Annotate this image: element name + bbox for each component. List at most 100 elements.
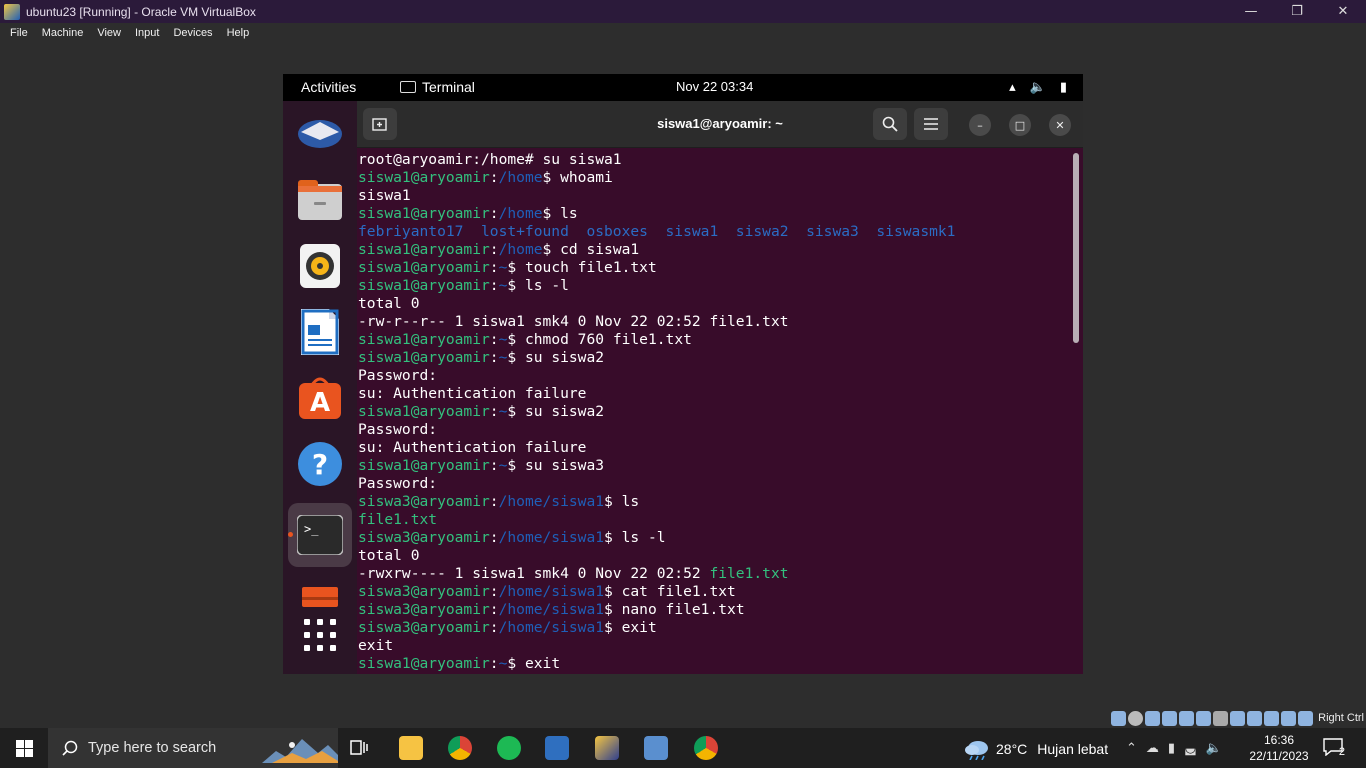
terminal-line: total 0 [358,547,955,565]
terminal-line: febriyanto17 lost+found osboxes siswa1 s… [358,223,955,241]
terminal-text-segment: : [489,403,499,420]
terminal-line: siswa3@aryoamir:/home/siswa1$ exit [358,619,955,637]
terminal-text-segment: file1.txt [358,511,438,528]
terminal-text-segment: : [489,457,499,474]
menu-input[interactable]: Input [128,27,166,39]
usb-icon[interactable] [1179,710,1195,726]
battery-status-icon[interactable]: ▮ [1168,740,1175,756]
terminal-output[interactable]: root@aryoamir:/home# su siswa1 siswa1@ary… [357,148,1083,674]
vbox-titlebar: ubuntu23 [Running] - Oracle VM VirtualBo… [0,0,1366,23]
terminal-text-segment: $ ls -l [507,277,569,294]
app-menu[interactable]: Terminal [400,79,475,95]
virtualbox-taskbar-icon[interactable] [545,736,569,760]
svg-text:?: ? [312,448,328,481]
terminal-text-segment: siswa1@aryoamir [358,457,490,474]
vbox-status-bar: Right Ctrl [1111,708,1366,728]
volume-icon: 🔈 [1029,79,1046,94]
video-capture-icon[interactable] [1230,710,1246,726]
terminal-text-segment: $ exit [604,619,657,636]
start-button[interactable] [0,728,48,768]
system-tray[interactable]: ▴ 🔈 ▮ [1009,79,1067,95]
chevron-up-icon[interactable]: ⌃ [1126,740,1137,756]
menu-machine[interactable]: Machine [35,27,91,39]
terminal-text-segment: total 0 [358,295,420,312]
menu-view[interactable]: View [90,27,128,39]
guest-additions-icon[interactable] [1247,710,1263,726]
terminal-text-segment: $ ls [604,493,640,510]
thunderbird-icon[interactable] [297,111,343,157]
terminal-text-segment: : [489,493,499,510]
help-icon[interactable]: ? [297,441,343,487]
clock-date[interactable]: 16:36 22/11/2023 [1244,732,1314,764]
close-button[interactable]: ✕ [1320,0,1366,23]
terminal-text-segment: siswa1@aryoamir [358,331,490,348]
cpu-icon[interactable] [1264,710,1280,726]
virtualbox-logo-icon [4,3,20,20]
terminal-text-segment: Password: [358,475,438,492]
scrollbar[interactable] [1073,153,1079,343]
terminal-text-segment: exit [358,637,394,654]
terminal-line: siswa1@aryoamir:~$ exit [358,655,955,673]
task-view-icon[interactable] [348,736,372,760]
clock[interactable]: Nov 22 03:34 [676,79,753,94]
hard-disk-icon[interactable] [1111,710,1127,726]
svg-text:>_: >_ [304,522,319,536]
audio-icon[interactable] [1145,710,1161,726]
chrome-icon[interactable] [448,736,472,760]
battery-icon: ▮ [1059,79,1067,94]
keyboard-capture-icon[interactable] [1298,710,1314,726]
search-button[interactable] [873,108,907,140]
terminal-text-segment: siswa1@aryoamir [358,259,490,276]
minimize-button[interactable]: — [1228,0,1274,23]
terminal-lines: root@aryoamir:/home# su siswa1 siswa1@ary… [358,151,955,673]
close-window-button[interactable]: ✕ [1049,114,1071,136]
terminal-text-segment: : [489,259,499,276]
terminal-text-segment: /home [498,205,543,222]
speaker-icon[interactable]: 🔈 [1206,740,1222,756]
terminal-dock-icon[interactable]: >_ [297,512,343,558]
wifi-icon[interactable]: ◛ [1184,740,1197,756]
activities-button[interactable]: Activities [301,79,356,95]
remote-desktop-icon[interactable] [644,736,668,760]
libreoffice-writer-icon[interactable] [297,309,343,355]
spotify-icon[interactable] [497,736,521,760]
mouse-integration-icon[interactable] [1281,710,1297,726]
minimize-window-button[interactable]: – [969,114,991,136]
windows-logo-icon [15,739,33,757]
files-icon[interactable] [297,177,343,223]
app-center-icon[interactable]: A [297,375,343,421]
taskbar-search-box[interactable]: Type here to search [48,728,338,768]
show-apps-icon[interactable] [297,612,343,658]
optical-drive-icon[interactable] [1128,710,1144,726]
maximize-window-button[interactable]: □ [1009,114,1031,136]
terminal-text-segment: siswa3@aryoamir [358,493,490,510]
terminal-text-segment: : [489,529,499,546]
gnome-top-bar: Activities Terminal Nov 22 03:34 ▴ 🔈 ▮ [283,74,1083,101]
terminal-text-segment: siswa1@aryoamir [358,349,490,366]
menu-help[interactable]: Help [220,27,257,39]
terminal-text-segment: siswa3@aryoamir [358,583,490,600]
terminal-text-segment: total 0 [358,547,420,564]
search-placeholder: Type here to search [88,740,217,756]
notification-center-button[interactable]: 2 [1323,738,1345,758]
menu-file[interactable]: File [3,27,35,39]
app-menu-label: Terminal [422,79,475,95]
restore-button[interactable]: ❐ [1274,0,1320,23]
weather-widget[interactable]: 28°C Hujan lebat [964,738,1108,760]
network-adapter-icon[interactable] [1162,710,1178,726]
hamburger-menu-button[interactable] [914,108,948,140]
file-explorer-icon[interactable] [399,736,423,760]
shared-folders-icon[interactable] [1196,710,1212,726]
terminal-line: su: Authentication failure [358,385,955,403]
chrome-profile-icon[interactable] [694,736,718,760]
display-icon[interactable] [1213,710,1229,726]
rhythmbox-icon[interactable] [297,243,343,289]
onedrive-icon[interactable]: ☁ [1146,740,1159,756]
terminal-line: siswa1@aryoamir:~$ touch file1.txt [358,259,955,277]
menu-devices[interactable]: Devices [166,27,219,39]
network-icon: ▴ [1009,79,1016,94]
terminal-text-segment: : [489,583,499,600]
terminal-line: Password: [358,421,955,439]
guest-display[interactable]: Activities Terminal Nov 22 03:34 ▴ 🔈 ▮ A [283,74,1083,674]
virtualbox-vm-icon[interactable] [595,736,619,760]
